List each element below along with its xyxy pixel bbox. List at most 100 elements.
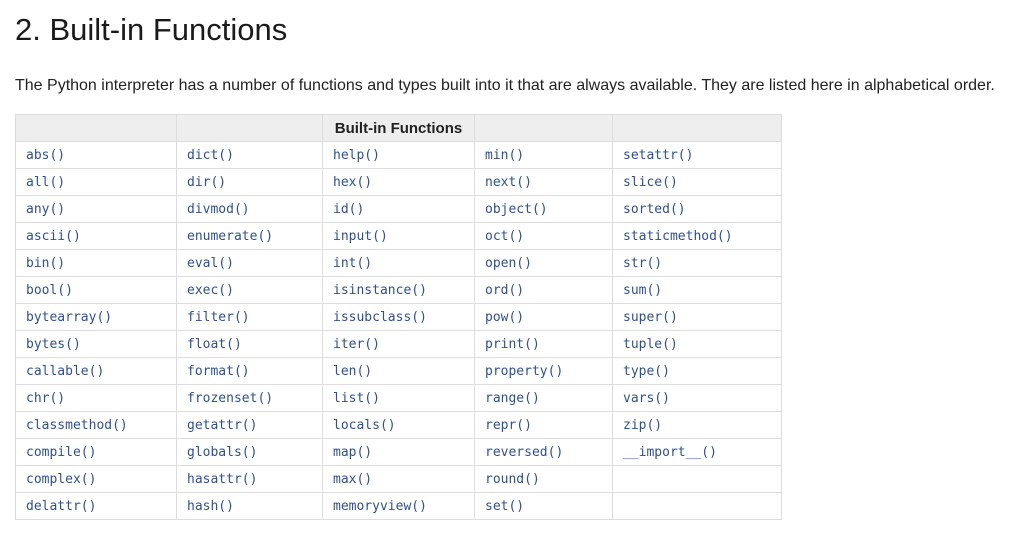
function-link-bytearray[interactable]: bytearray() (26, 310, 112, 325)
table-cell: repr() (474, 411, 613, 439)
function-link-float[interactable]: float() (187, 337, 242, 352)
table-cell: frozenset() (176, 384, 323, 412)
function-link-set[interactable]: set() (485, 499, 524, 514)
function-link-help[interactable]: help() (333, 148, 380, 163)
function-link-list[interactable]: list() (333, 391, 380, 406)
table-cell: filter() (176, 303, 323, 331)
function-link-input[interactable]: input() (333, 229, 388, 244)
function-link-vars[interactable]: vars() (623, 391, 670, 406)
table-cell: super() (612, 303, 782, 331)
function-link-isinstance[interactable]: isinstance() (333, 283, 427, 298)
table-header-cell (612, 114, 782, 142)
function-link-max[interactable]: max() (333, 472, 372, 487)
table-row: all() dir() hex() next() slice() (15, 168, 782, 196)
function-link-range[interactable]: range() (485, 391, 540, 406)
function-link-sorted[interactable]: sorted() (623, 202, 686, 217)
table-cell: min() (474, 141, 613, 169)
function-link-int[interactable]: int() (333, 256, 372, 271)
function-link-issubclass[interactable]: issubclass() (333, 310, 427, 325)
function-link-sum[interactable]: sum() (623, 283, 662, 298)
function-link-tuple[interactable]: tuple() (623, 337, 678, 352)
function-link-import[interactable]: __import__() (623, 445, 717, 460)
table-cell: memoryview() (322, 492, 475, 520)
function-link-pow[interactable]: pow() (485, 310, 524, 325)
function-link-id[interactable]: id() (333, 202, 364, 217)
table-row: bin() eval() int() open() str() (15, 249, 782, 277)
function-link-zip[interactable]: zip() (623, 418, 662, 433)
function-link-enumerate[interactable]: enumerate() (187, 229, 273, 244)
table-row: bytearray() filter() issubclass() pow() supe… (15, 303, 782, 331)
table-cell: exec() (176, 276, 323, 304)
table-cell: tuple() (612, 330, 782, 358)
table-cell: zip() (612, 411, 782, 439)
function-link-bytes[interactable]: bytes() (26, 337, 81, 352)
table-cell: format() (176, 357, 323, 385)
function-link-min[interactable]: min() (485, 148, 524, 163)
function-link-compile[interactable]: compile() (26, 445, 96, 460)
function-link-delattr[interactable]: delattr() (26, 499, 96, 514)
function-link-type[interactable]: type() (623, 364, 670, 379)
table-row: bool() exec() isinstance() ord() sum() (15, 276, 782, 304)
function-link-ascii[interactable]: ascii() (26, 229, 81, 244)
function-link-map[interactable]: map() (333, 445, 372, 460)
function-link-getattr[interactable]: getattr() (187, 418, 257, 433)
table-cell: dict() (176, 141, 323, 169)
function-link-slice[interactable]: slice() (623, 175, 678, 190)
function-link-complex[interactable]: complex() (26, 472, 96, 487)
function-link-oct[interactable]: oct() (485, 229, 524, 244)
table-cell: vars() (612, 384, 782, 412)
function-link-hash[interactable]: hash() (187, 499, 234, 514)
function-link-abs[interactable]: abs() (26, 148, 65, 163)
function-link-reversed[interactable]: reversed() (485, 445, 563, 460)
table-cell: __import__() (612, 438, 782, 466)
function-link-hasattr[interactable]: hasattr() (187, 472, 257, 487)
function-link-callable[interactable]: callable() (26, 364, 104, 379)
function-link-open[interactable]: open() (485, 256, 532, 271)
table-cell: slice() (612, 168, 782, 196)
table-cell: object() (474, 195, 613, 223)
table-cell: setattr() (612, 141, 782, 169)
function-link-memoryview[interactable]: memoryview() (333, 499, 427, 514)
function-link-dict[interactable]: dict() (187, 148, 234, 163)
table-row: delattr() hash() memoryview() set() (15, 492, 782, 520)
function-link-staticmethod[interactable]: staticmethod() (623, 229, 733, 244)
function-link-format[interactable]: format() (187, 364, 250, 379)
function-link-setattr[interactable]: setattr() (623, 148, 693, 163)
table-cell: sum() (612, 276, 782, 304)
table-cell: next() (474, 168, 613, 196)
function-link-ord[interactable]: ord() (485, 283, 524, 298)
table-cell: int() (322, 249, 475, 277)
function-link-bool[interactable]: bool() (26, 283, 73, 298)
function-link-next[interactable]: next() (485, 175, 532, 190)
function-link-chr[interactable]: chr() (26, 391, 65, 406)
function-link-locals[interactable]: locals() (333, 418, 396, 433)
function-link-globals[interactable]: globals() (187, 445, 257, 460)
function-link-str[interactable]: str() (623, 256, 662, 271)
function-link-print[interactable]: print() (485, 337, 540, 352)
function-link-property[interactable]: property() (485, 364, 563, 379)
function-link-iter[interactable]: iter() (333, 337, 380, 352)
function-link-filter[interactable]: filter() (187, 310, 250, 325)
function-link-eval[interactable]: eval() (187, 256, 234, 271)
function-link-bin[interactable]: bin() (26, 256, 65, 271)
table-row: bytes() float() iter() print() tuple() (15, 330, 782, 358)
function-link-frozenset[interactable]: frozenset() (187, 391, 273, 406)
function-link-object[interactable]: object() (485, 202, 548, 217)
table-cell: map() (322, 438, 475, 466)
table-body: abs() dict() help() min() setattr() all() dir(… (15, 141, 782, 520)
table-cell: any() (15, 195, 177, 223)
function-link-dir[interactable]: dir() (187, 175, 226, 190)
function-link-exec[interactable]: exec() (187, 283, 234, 298)
function-link-all[interactable]: all() (26, 175, 65, 190)
function-link-len[interactable]: len() (333, 364, 372, 379)
function-link-repr[interactable]: repr() (485, 418, 532, 433)
function-link-super[interactable]: super() (623, 310, 678, 325)
table-cell: hex() (322, 168, 475, 196)
function-link-any[interactable]: any() (26, 202, 65, 217)
function-link-divmod[interactable]: divmod() (187, 202, 250, 217)
function-link-round[interactable]: round() (485, 472, 540, 487)
table-cell: globals() (176, 438, 323, 466)
table-cell (612, 465, 782, 493)
function-link-hex[interactable]: hex() (333, 175, 372, 190)
function-link-classmethod[interactable]: classmethod() (26, 418, 128, 433)
